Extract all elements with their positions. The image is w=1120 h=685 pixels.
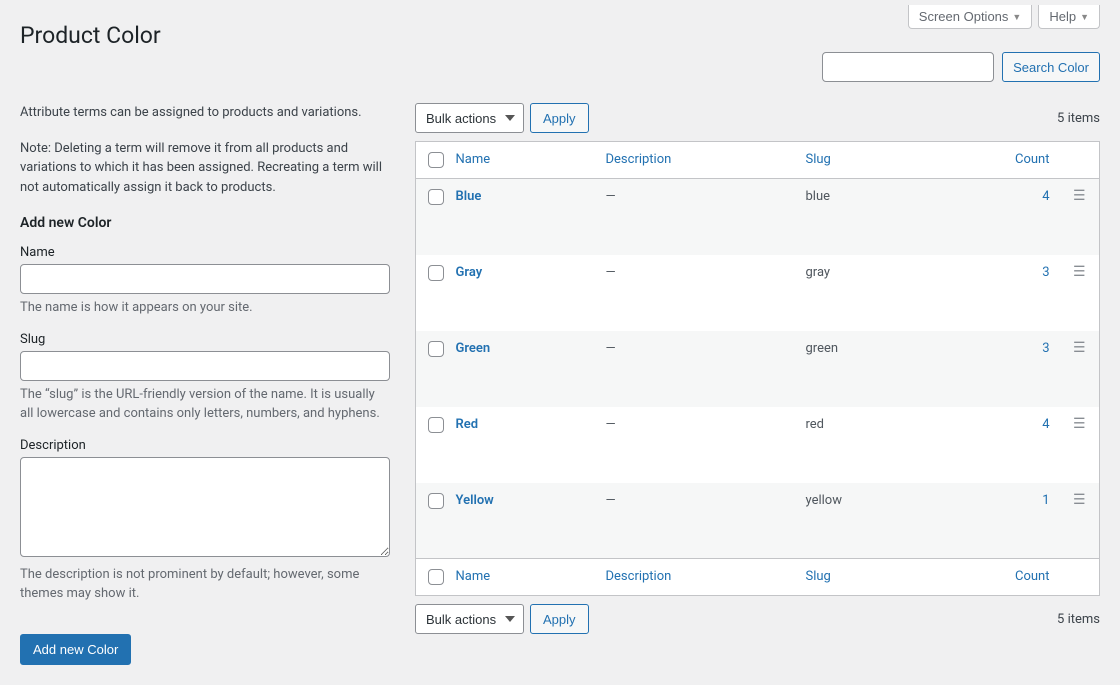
items-count-bottom: 5 items	[1057, 612, 1100, 627]
term-count-link[interactable]: 3	[1042, 341, 1049, 356]
term-description: —	[596, 331, 796, 407]
term-name-link[interactable]: Red	[456, 417, 479, 432]
intro-text: Attribute terms can be assigned to produ…	[20, 103, 390, 123]
name-label: Name	[20, 245, 390, 260]
reorder-icon[interactable]: ☰	[1073, 416, 1086, 432]
slug-label: Slug	[20, 332, 390, 347]
help-button[interactable]: Help ▼	[1038, 5, 1100, 29]
reorder-icon[interactable]: ☰	[1073, 188, 1086, 204]
term-description: —	[596, 407, 796, 483]
column-header-count[interactable]: Count	[990, 142, 1060, 179]
add-new-color-button[interactable]: Add new Color	[20, 634, 131, 665]
term-slug: yellow	[796, 483, 990, 559]
term-count-link[interactable]: 3	[1042, 265, 1049, 280]
select-all-checkbox-top[interactable]	[428, 152, 444, 168]
slug-help: The “slug” is the URL-friendly version o…	[20, 385, 390, 424]
reorder-icon[interactable]: ☰	[1073, 340, 1086, 356]
reorder-icon[interactable]: ☰	[1073, 264, 1086, 280]
column-footer-name[interactable]: Name	[446, 559, 596, 596]
table-row: Gray —gray 3 ☰	[416, 255, 1100, 331]
column-header-slug[interactable]: Slug	[796, 142, 990, 179]
search-button[interactable]: Search Color	[1002, 52, 1100, 82]
terms-table: Name Description Slug Count Blue—blue4☰G…	[415, 141, 1100, 596]
row-checkbox[interactable]	[428, 341, 444, 357]
reorder-icon[interactable]: ☰	[1073, 492, 1086, 508]
table-row: Red —red 4 ☰	[416, 407, 1100, 483]
apply-button-top[interactable]: Apply	[530, 103, 589, 133]
search-input[interactable]	[822, 52, 994, 82]
table-row: Green —green 3 ☰	[416, 331, 1100, 407]
description-label: Description	[20, 438, 390, 453]
table-row: Blue —blue 4 ☰	[416, 179, 1100, 255]
apply-button-bottom[interactable]: Apply	[530, 604, 589, 634]
row-checkbox[interactable]	[428, 493, 444, 509]
column-header-description[interactable]: Description	[596, 142, 796, 179]
column-header-name[interactable]: Name	[446, 142, 596, 179]
row-checkbox[interactable]	[428, 417, 444, 433]
help-label: Help	[1049, 9, 1076, 24]
term-slug: red	[796, 407, 990, 483]
term-description: —	[596, 255, 796, 331]
term-count-link[interactable]: 4	[1042, 417, 1049, 432]
name-help: The name is how it appears on your site.	[20, 298, 390, 318]
bulk-actions-select-bottom[interactable]: Bulk actions	[415, 604, 524, 634]
note-text: Note: Deleting a term will remove it fro…	[20, 139, 390, 198]
screen-options-button[interactable]: Screen Options ▼	[908, 5, 1033, 29]
column-footer-slug[interactable]: Slug	[796, 559, 990, 596]
row-checkbox[interactable]	[428, 189, 444, 205]
dropdown-icon: ▼	[1080, 12, 1089, 22]
term-description: —	[596, 179, 796, 255]
term-count-link[interactable]: 4	[1042, 189, 1049, 204]
term-name-link[interactable]: Green	[456, 341, 491, 356]
slug-field[interactable]	[20, 351, 390, 381]
description-field[interactable]	[20, 457, 390, 557]
items-count-top: 5 items	[1057, 111, 1100, 126]
term-description: —	[596, 483, 796, 559]
dropdown-icon: ▼	[1012, 12, 1021, 22]
form-heading: Add new Color	[20, 215, 390, 231]
name-field[interactable]	[20, 264, 390, 294]
term-slug: gray	[796, 255, 990, 331]
term-name-link[interactable]: Yellow	[456, 493, 494, 508]
term-name-link[interactable]: Gray	[456, 265, 483, 280]
screen-options-label: Screen Options	[919, 9, 1009, 24]
term-count-link[interactable]: 1	[1042, 493, 1049, 508]
column-footer-description[interactable]: Description	[596, 559, 796, 596]
description-help: The description is not prominent by defa…	[20, 565, 390, 604]
bulk-actions-select-top[interactable]: Bulk actions	[415, 103, 524, 133]
term-name-link[interactable]: Blue	[456, 189, 482, 204]
select-all-checkbox-bottom[interactable]	[428, 569, 444, 585]
row-checkbox[interactable]	[428, 265, 444, 281]
table-row: Yellow —yellow 1 ☰	[416, 483, 1100, 559]
term-slug: blue	[796, 179, 990, 255]
column-footer-count[interactable]: Count	[990, 559, 1060, 596]
term-slug: green	[796, 331, 990, 407]
